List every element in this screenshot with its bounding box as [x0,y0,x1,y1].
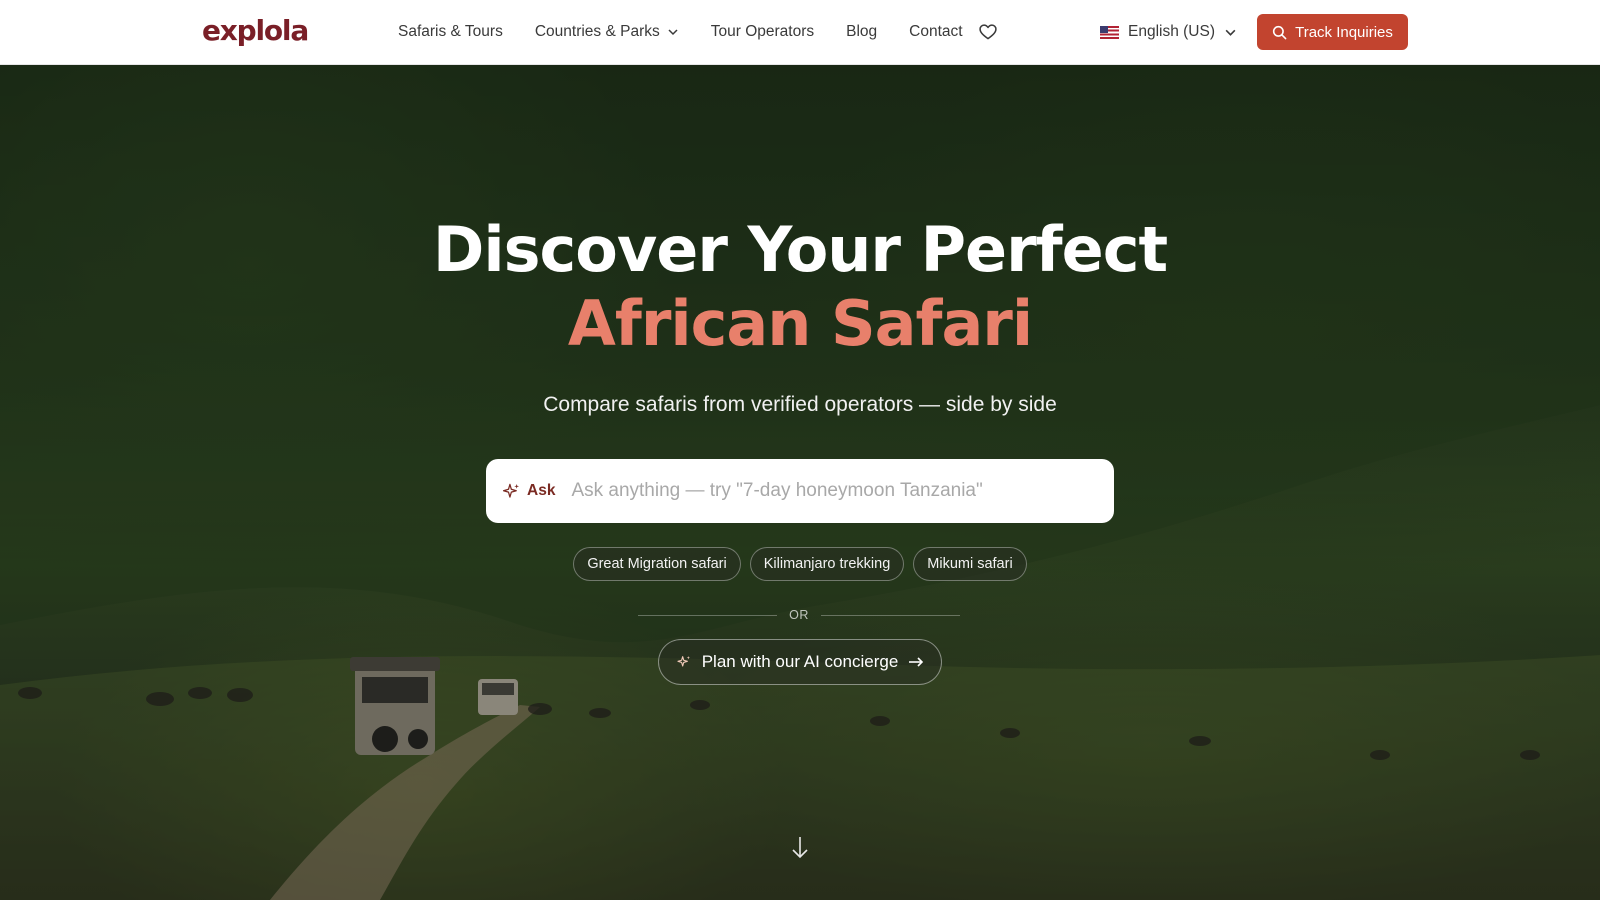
nav-item-tour-operators[interactable]: Tour Operators [711,23,814,41]
site-header: explola Safaris & Tours Countries & Park… [0,0,1600,65]
ask-search-box[interactable]: Ask [486,459,1114,523]
hero-content: Discover Your Perfect African Safari Com… [0,65,1600,900]
nav-item-contact[interactable]: Contact [909,23,962,41]
ask-input[interactable] [571,480,1092,502]
track-inquiries-label: Track Inquiries [1295,23,1393,41]
language-label: English (US) [1128,23,1215,40]
hero-title: Discover Your Perfect [432,213,1168,286]
main-nav: Safaris & Tours Countries & Parks Tour O… [398,0,995,64]
ai-concierge-label: Plan with our AI concierge [701,652,899,671]
ask-tag: Ask [502,482,555,501]
hero-section: Discover Your Perfect African Safari Com… [0,65,1600,900]
us-flag-icon [1100,25,1119,39]
nav-item-label: Countries & Parks [534,23,660,40]
sparkles-icon [502,483,520,498]
arrow-down-icon[interactable] [789,835,811,866]
nav-item-label: Safaris & Tours [398,23,503,40]
language-selector[interactable]: English (US) [1100,0,1237,64]
divider-line [638,614,778,616]
track-inquiries-button[interactable]: Track Inquiries [1257,14,1408,50]
nav-item-label: Tour Operators [710,23,815,40]
sparkles-icon [676,654,692,670]
ai-concierge-button[interactable]: Plan with our AI concierge [658,639,942,685]
or-divider: OR [638,607,960,623]
or-label: OR [789,608,809,622]
search-icon [1272,25,1287,39]
arrow-right-icon [908,656,924,668]
nav-item-countries-parks[interactable]: Countries & Parks [535,23,679,41]
chevron-down-icon [667,26,679,38]
ask-tag-label: Ask [527,482,556,499]
brand-logo[interactable]: explola [202,14,309,47]
nav-item-safaris-tours[interactable]: Safaris & Tours [398,23,503,41]
suggestion-chips: Great Migration safari Kilimanjaro trekk… [0,547,1600,581]
nav-item-label: Contact [909,23,963,40]
suggestion-chip[interactable]: Mikumi safari [913,547,1027,581]
chevron-down-icon [1224,26,1237,39]
nav-item-label: Blog [846,23,878,40]
nav-item-blog[interactable]: Blog [846,23,877,41]
hero-subtitle: Compare safaris from verified operators … [543,393,1057,416]
hero-title-highlight: African Safari [567,287,1033,360]
suggestion-chip[interactable]: Kilimanjaro trekking [749,547,905,581]
divider-line [820,614,960,616]
heart-icon[interactable] [978,22,998,47]
suggestion-chip[interactable]: Great Migration safari [573,547,741,581]
